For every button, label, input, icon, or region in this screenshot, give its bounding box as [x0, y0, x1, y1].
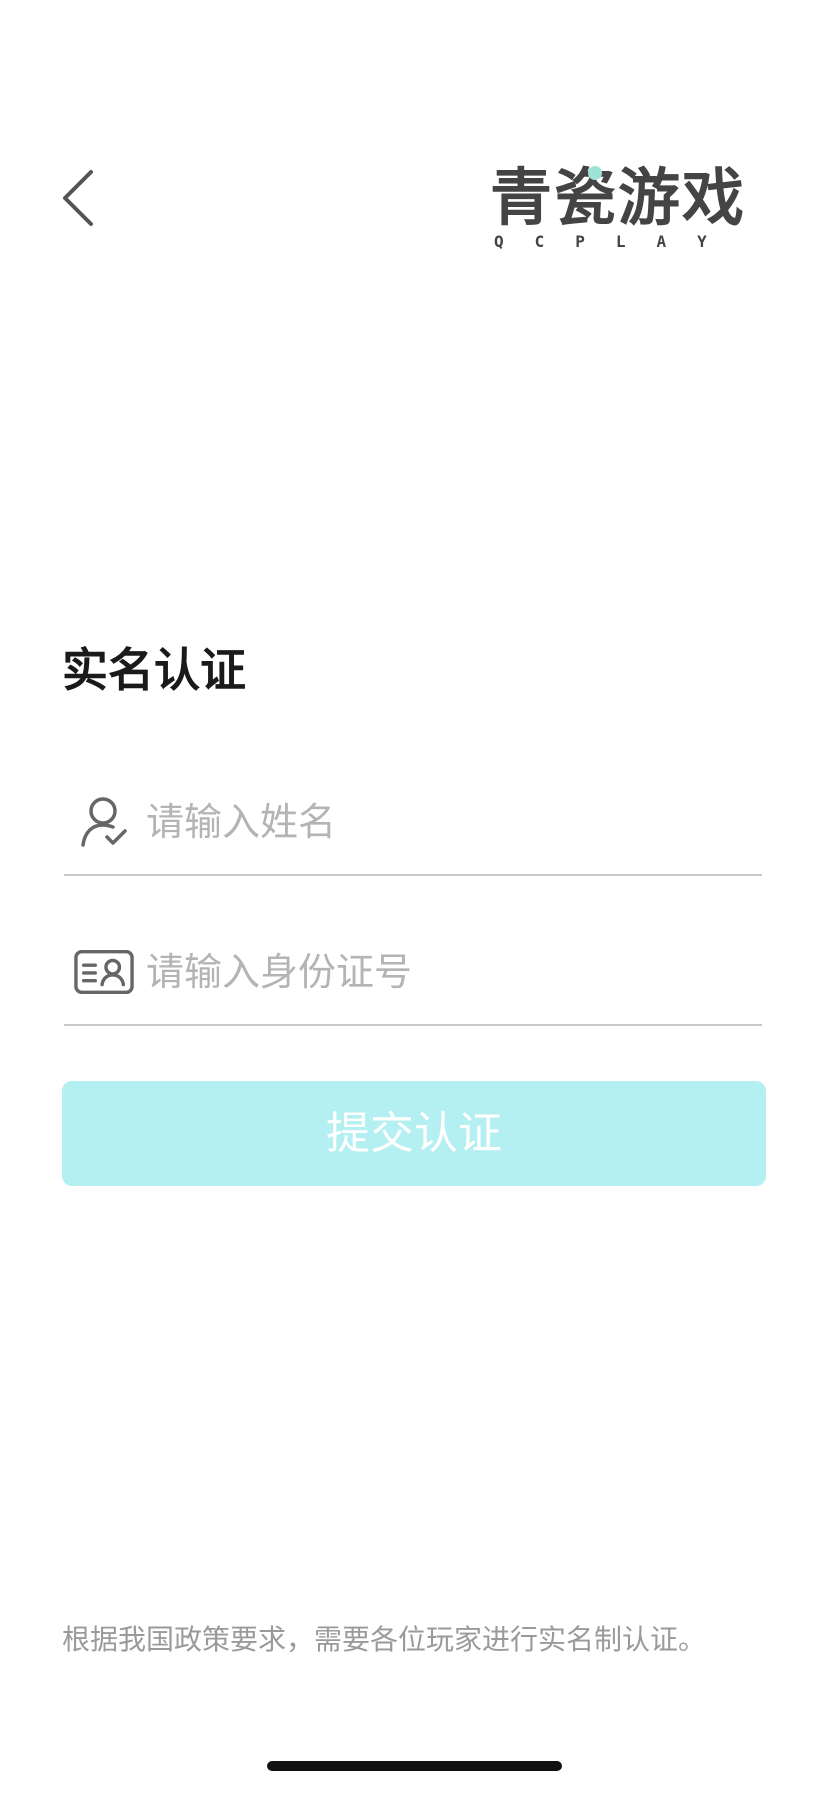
- user-check-icon: [74, 792, 134, 852]
- logo-accent-mark: [588, 166, 602, 180]
- name-field[interactable]: [64, 770, 762, 876]
- id-number-input[interactable]: [146, 942, 746, 1002]
- chevron-left-icon: [60, 168, 96, 232]
- logo-chinese-text: 青瓷游戏: [490, 161, 747, 234]
- id-number-field[interactable]: [64, 920, 762, 1026]
- back-button[interactable]: [48, 160, 108, 240]
- logo-english-text: QCPLAY: [494, 232, 738, 251]
- name-input[interactable]: [146, 792, 746, 852]
- policy-notice: 根据我国政策要求，需要各位玩家进行实名制认证。: [62, 1623, 707, 1656]
- id-card-icon: [74, 942, 134, 1002]
- qcplay-logo: 青瓷游戏 QCPLAY: [490, 160, 770, 252]
- submit-verification-button[interactable]: 提交认证: [62, 1081, 766, 1186]
- page-title: 实名认证: [62, 643, 246, 697]
- home-indicator[interactable]: [267, 1761, 562, 1771]
